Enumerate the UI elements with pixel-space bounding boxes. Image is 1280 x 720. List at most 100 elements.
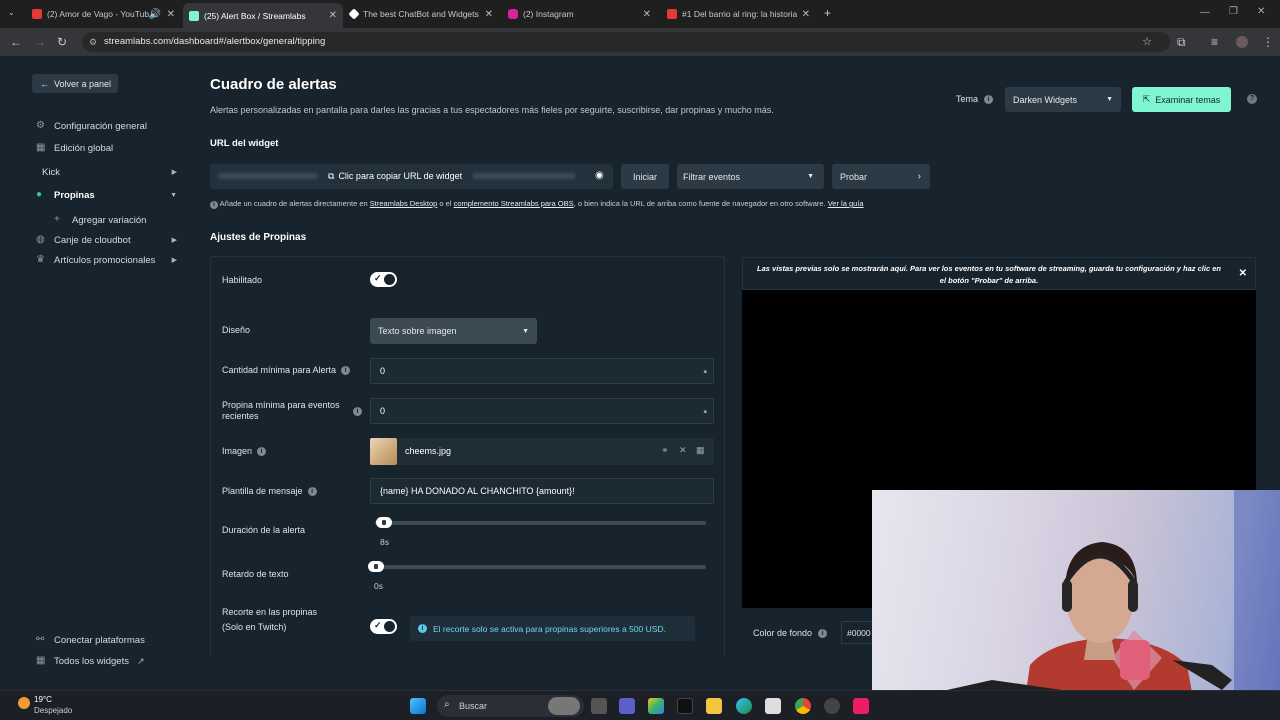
tab-streamlabs[interactable]: (25) Alert Box / Streamlabs ✕ <box>183 3 343 28</box>
sidebar-item-general-config[interactable]: ⚙ Configuración general <box>36 118 181 134</box>
url-field[interactable]: ⚙ streamlabs.com/dashboard#/alertbox/gen… <box>82 32 1170 52</box>
chevron-down-icon: ▼ <box>170 191 177 199</box>
tab-instagram[interactable]: (2) Instagram ✕ <box>502 4 657 24</box>
eye-icon[interactable]: ◉ <box>595 170 604 181</box>
info-icon[interactable]: i <box>353 406 362 416</box>
remove-icon[interactable]: ✕ <box>679 445 687 456</box>
task-view-icon[interactable] <box>591 698 607 714</box>
new-tab-icon[interactable]: + <box>824 6 831 20</box>
close-tab-icon[interactable]: ✕ <box>643 9 651 20</box>
close-tab-icon[interactable]: ✕ <box>485 9 493 20</box>
sidebar-item-kick[interactable]: Kick ▶ <box>42 164 181 180</box>
info-icon[interactable]: i <box>257 447 267 456</box>
settings-app-icon[interactable] <box>824 698 840 714</box>
sidebar-item-label: Propinas <box>54 189 95 201</box>
guide-link[interactable]: Ver la guía <box>828 199 864 208</box>
gallery-icon[interactable]: ▦ <box>696 445 705 456</box>
forward-icon[interactable]: → <box>34 35 46 49</box>
theme-select[interactable]: Darken Widgets ▼ <box>1005 87 1121 112</box>
widget-url-field[interactable]: ⧉ Clic para copiar URL de widget ◉ <box>210 164 613 189</box>
help-icon[interactable]: ? <box>1247 94 1257 104</box>
close-icon[interactable]: ✕ <box>1239 268 1247 280</box>
sidebar-item-global-edit[interactable]: ▦ Edición global <box>36 140 181 156</box>
app-icon[interactable] <box>853 698 869 714</box>
weather-icon[interactable] <box>18 697 30 709</box>
tab-label: The best ChatBot and Widgets <box>363 9 479 19</box>
speaker-icon[interactable]: 🔊 <box>149 9 161 20</box>
design-select-value: Texto sobre imagen <box>378 326 457 336</box>
filter-events-select[interactable]: Filtrar eventos ▼ <box>677 164 824 189</box>
reload-icon[interactable]: ↻ <box>57 35 67 49</box>
sidebar-item-cloudbot[interactable]: ◍ Canje de cloudbot ▶ <box>36 232 181 248</box>
menu-icon[interactable]: ⋮ <box>1262 35 1274 49</box>
arrow-left-icon: ← <box>40 78 49 89</box>
cloudbot-icon: ◍ <box>36 234 45 245</box>
min-recent-input[interactable]: 0 ▴ <box>370 398 714 424</box>
sidebar-item-add-variation[interactable]: + Agregar variación <box>54 212 181 228</box>
tab-search-icon[interactable]: ⌄ <box>8 8 15 17</box>
chrome-icon[interactable] <box>795 698 811 714</box>
page-title: Cuadro de alertas <box>210 76 337 93</box>
grid-icon: ▦ <box>36 655 46 666</box>
file-explorer-icon[interactable] <box>706 698 722 714</box>
duration-slider-handle[interactable] <box>376 517 393 528</box>
taskbar-search[interactable]: ⌕ Buscar <box>437 695 584 717</box>
sidebar-item-all-widgets[interactable]: ▦ Todos los widgets ↗ <box>36 653 181 669</box>
back-icon[interactable]: ← <box>10 35 22 49</box>
obs-plugin-link[interactable]: complemento Streamlabs para OBS <box>454 199 574 208</box>
image-picker[interactable]: cheems.jpg ⚭ ✕ ▦ <box>370 438 714 465</box>
cut-toggle[interactable]: ✓ <box>370 619 397 634</box>
site-info-icon[interactable]: ⚙ <box>89 32 97 52</box>
instagram-icon <box>508 9 518 19</box>
min-recent-label-text: Propina mínima para eventos recientes <box>222 400 340 421</box>
page-subtitle: Alertas personalizadas en pantalla para … <box>210 105 774 115</box>
info-icon[interactable]: i <box>341 366 351 375</box>
message-template-input[interactable]: {name} HA DONADO AL CHANCHITO {amount}! <box>370 478 714 504</box>
tiktok-icon[interactable] <box>677 698 693 714</box>
profile-avatar[interactable] <box>1236 36 1248 48</box>
close-tab-icon[interactable]: ✕ <box>329 10 337 21</box>
caret-down-icon: ▼ <box>522 327 529 335</box>
examine-themes-button[interactable]: ⇱ Examinar temas <box>1132 87 1231 112</box>
min-amount-input[interactable]: 0 ▴ <box>370 358 714 384</box>
edge-icon[interactable] <box>736 698 752 714</box>
info-icon[interactable]: i <box>307 487 317 496</box>
teams-icon[interactable] <box>619 698 635 714</box>
colorful-app-icon[interactable] <box>648 698 664 714</box>
close-tab-icon[interactable]: ✕ <box>167 9 175 20</box>
info-icon[interactable]: i <box>818 628 828 638</box>
copy-url-action[interactable]: ⧉ Clic para copiar URL de widget <box>328 171 462 182</box>
spinner-up-icon[interactable]: ▴ <box>703 360 707 384</box>
test-label: Probar <box>840 171 868 182</box>
spinner-up-icon[interactable]: ▴ <box>703 400 707 424</box>
media-icon[interactable]: ≡ <box>1211 35 1218 49</box>
link-icon[interactable]: ⚭ <box>661 445 669 456</box>
tab-youtube[interactable]: (2) Amor de Vago - YouTub 🔊 ✕ <box>26 4 181 24</box>
sidebar-item-connect-platforms[interactable]: ⚯ Conectar plataformas <box>36 632 181 648</box>
info-icon[interactable]: i <box>984 94 994 104</box>
maximize-icon[interactable]: ❐ <box>1229 6 1238 17</box>
tab-chatbot[interactable]: The best ChatBot and Widgets ✕ <box>344 4 499 24</box>
windows-taskbar: 19°C Despejado ⌕ Buscar <box>0 690 1280 720</box>
message-template-value: {name} HA DONADO AL CHANCHITO {amount}! <box>380 486 575 496</box>
back-to-panel-button[interactable]: ← Volver a panel <box>32 74 118 93</box>
windows-start-icon[interactable] <box>410 698 426 714</box>
store-icon[interactable] <box>765 698 781 714</box>
design-select[interactable]: Texto sobre imagen ▼ <box>370 318 537 344</box>
duration-slider[interactable] <box>375 517 706 528</box>
delay-slider[interactable] <box>368 561 706 572</box>
close-window-icon[interactable]: ✕ <box>1257 6 1265 17</box>
extensions-icon[interactable]: ⧉ <box>1177 35 1186 50</box>
delay-slider-handle[interactable] <box>368 561 384 572</box>
enabled-toggle[interactable]: ✓ <box>370 272 397 287</box>
bookmark-star-icon[interactable]: ☆ <box>1142 32 1152 52</box>
minimize-icon[interactable]: — <box>1200 7 1210 18</box>
enabled-label-text: Habilitado <box>222 275 263 285</box>
test-button[interactable]: Probar › <box>832 164 930 189</box>
sidebar-item-tips[interactable]: ● Propinas ▼ <box>36 187 181 203</box>
streamlabs-desktop-link[interactable]: Streamlabs Desktop <box>370 199 438 208</box>
start-button[interactable]: Iniciar <box>621 164 669 189</box>
close-tab-icon[interactable]: ✕ <box>802 9 810 20</box>
tab-youtube-2[interactable]: #1 Del barrio al ring: la historia ✕ <box>661 4 816 24</box>
sidebar-item-merch[interactable]: ♛ Artículos promocionales ▶ <box>36 252 181 268</box>
